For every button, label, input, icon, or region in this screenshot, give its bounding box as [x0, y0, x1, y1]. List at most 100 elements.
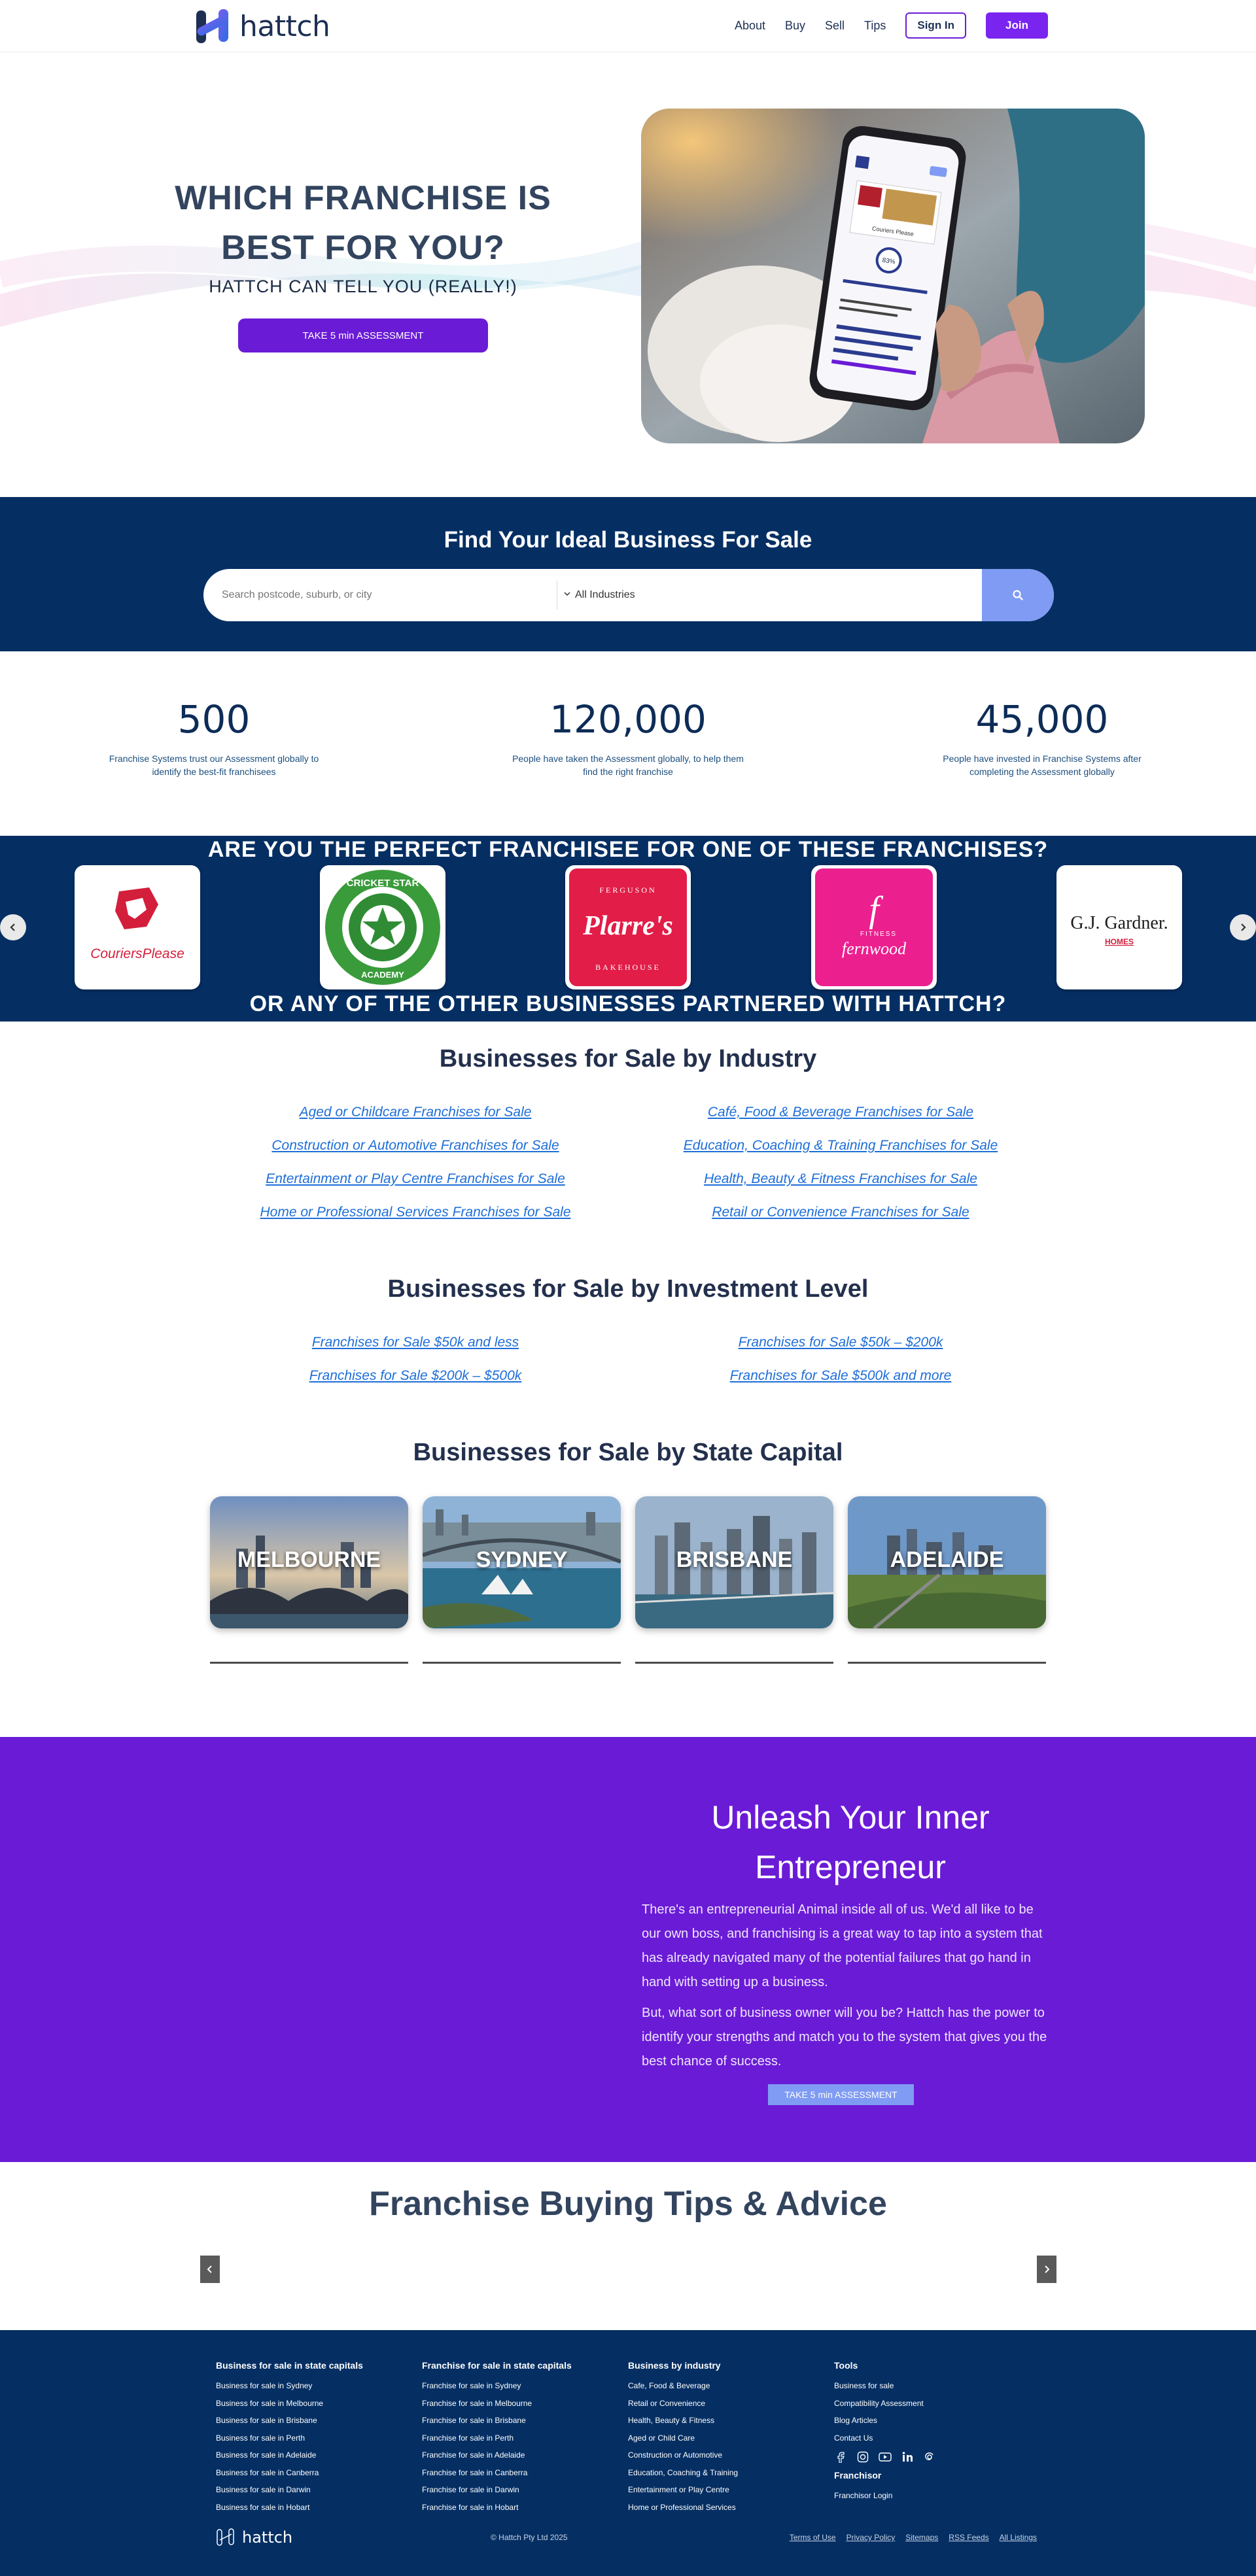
industry-link[interactable]: Aged or Childcare Franchises for Sale: [216, 1103, 615, 1136]
industry-link[interactable]: Retail or Convenience Franchises for Sal…: [641, 1203, 1040, 1236]
footer-link[interactable]: Franchise for sale in Adelaide: [422, 2447, 618, 2464]
entrepreneur-section: Unleash Your Inner Entrepreneur There's …: [0, 1737, 1256, 2162]
footer-column-industry: Business by industry Cafe, Food & Bevera…: [628, 2360, 824, 2516]
couriersplease-logo: CouriersPlease: [90, 887, 184, 961]
carousel-next-button[interactable]: [1230, 914, 1256, 940]
nav-tips[interactable]: Tips: [864, 19, 886, 33]
hero-title-line-2: BEST FOR YOU?: [221, 229, 505, 267]
footer-link[interactable]: Business for sale in Hobart: [216, 2499, 412, 2516]
hattch-logo-icon: [217, 2528, 234, 2546]
footer-link[interactable]: Contact Us: [834, 2430, 1030, 2447]
industry-link[interactable]: Construction or Automotive Franchises fo…: [216, 1136, 615, 1169]
join-button[interactable]: Join: [986, 12, 1048, 39]
footer-link[interactable]: Business for sale in Darwin: [216, 2481, 412, 2499]
franchise-logo-gj-gardner[interactable]: G.J. Gardner. HOMES: [1056, 865, 1182, 989]
franchise-logo-plarres[interactable]: FERGUSON Plarre's BAKEHOUSE: [565, 865, 691, 989]
stat-description: Franchise Systems trust our Assessment g…: [109, 753, 319, 777]
footer-link[interactable]: Retail or Convenience: [628, 2395, 824, 2413]
city-card-sydney[interactable]: SYDNEY: [423, 1496, 621, 1628]
footer-link[interactable]: Franchise for sale in Sydney: [422, 2377, 618, 2395]
hattch-logo-icon: [196, 9, 228, 43]
footer-link[interactable]: Franchise for sale in Perth: [422, 2430, 618, 2447]
industry-link[interactable]: Education, Coaching & Training Franchise…: [641, 1136, 1040, 1169]
footer-link[interactable]: Franchise for sale in Canberra: [422, 2464, 618, 2482]
tips-next-button[interactable]: [1037, 2256, 1056, 2283]
gj-gardner-name-text: G.J. Gardner.: [1070, 913, 1168, 933]
all-listings-link[interactable]: All Listings: [1000, 2533, 1037, 2542]
investment-link[interactable]: Franchises for Sale $50k – $200k: [641, 1333, 1040, 1366]
industry-link[interactable]: Entertainment or Play Centre Franchises …: [216, 1169, 615, 1203]
investment-link[interactable]: Franchises for Sale $200k – $500k: [216, 1366, 615, 1400]
city-card-adelaide[interactable]: ADELAIDE: [848, 1496, 1046, 1628]
industry-link[interactable]: Health, Beauty & Fitness Franchises for …: [641, 1169, 1040, 1203]
sign-in-button[interactable]: Sign In: [905, 12, 967, 39]
footer-link[interactable]: Home or Professional Services: [628, 2499, 824, 2516]
industry-select[interactable]: All Industries: [563, 569, 635, 621]
footer-logo[interactable]: hattch: [216, 2528, 292, 2547]
footer-link[interactable]: Franchise for sale in Brisbane: [422, 2412, 618, 2430]
footer-link[interactable]: Education, Coaching & Training: [628, 2464, 824, 2482]
location-search-input[interactable]: [203, 569, 557, 621]
investment-link[interactable]: Franchises for Sale $500k and more: [641, 1366, 1040, 1400]
footer-link[interactable]: Cafe, Food & Beverage: [628, 2377, 824, 2395]
stat-people-assessed: 120,000 People have taken the Assessment…: [484, 697, 772, 778]
footer-link[interactable]: Franchise for sale in Darwin: [422, 2481, 618, 2499]
nav-buy[interactable]: Buy: [785, 19, 805, 33]
footer-column-title: Business for sale in state capitals: [216, 2360, 363, 2371]
sitemaps-link[interactable]: Sitemaps: [905, 2533, 938, 2542]
city-card-brisbane[interactable]: BRISBANE: [635, 1496, 833, 1628]
investment-links-right: Franchises for Sale $50k – $200k Franchi…: [641, 1333, 1040, 1400]
linkedin-icon[interactable]: [901, 2450, 914, 2464]
footer-link[interactable]: Business for sale: [834, 2377, 1030, 2395]
footer-link[interactable]: Franchise for sale in Melbourne: [422, 2395, 618, 2413]
stat-number: 500: [177, 697, 251, 742]
hero-title-line-1: WHICH FRANCHISE IS: [175, 179, 551, 217]
search-section: Find Your Ideal Business For Sale All In…: [0, 497, 1256, 651]
privacy-link[interactable]: Privacy Policy: [846, 2533, 896, 2542]
footer-link[interactable]: Blog Articles: [834, 2412, 1030, 2430]
city-card-melbourne[interactable]: MELBOURNE: [210, 1496, 408, 1628]
franchise-logo-cricket-star[interactable]: CRICKET STAR ACADEMY: [320, 865, 445, 989]
terms-link[interactable]: Terms of Use: [790, 2533, 836, 2542]
footer-link[interactable]: Business for sale in Perth: [216, 2430, 412, 2447]
carousel-prev-button[interactable]: [0, 914, 26, 940]
footer-link[interactable]: Compatibility Assessment: [834, 2395, 1030, 2413]
franchise-logo-couriersplease[interactable]: CouriersPlease: [75, 865, 200, 989]
site-logo[interactable]: hattch: [195, 7, 330, 46]
footer-link[interactable]: Franchise for sale in Hobart: [422, 2499, 618, 2516]
industry-link[interactable]: Home or Professional Services Franchises…: [216, 1203, 615, 1236]
youtube-icon[interactable]: [879, 2450, 892, 2464]
footer-link[interactable]: Aged or Child Care: [628, 2430, 824, 2447]
footer-link[interactable]: Health, Beauty & Fitness: [628, 2412, 824, 2430]
fernwood-logo: f FITNESS fernwood: [815, 868, 933, 986]
search-button[interactable]: [982, 569, 1054, 621]
threads-icon[interactable]: [923, 2450, 936, 2464]
fernwood-fitness-text: FITNESS: [860, 931, 897, 938]
footer-link[interactable]: Entertainment or Play Centre: [628, 2481, 824, 2499]
industry-links-left: Aged or Childcare Franchises for Sale Co…: [216, 1103, 615, 1236]
franchise-logo-fernwood[interactable]: f FITNESS fernwood: [811, 865, 937, 989]
industry-section-title: Businesses for Sale by Industry: [439, 1045, 817, 1073]
entrepreneur-title-line-1: Unleash Your Inner: [711, 1799, 990, 1836]
footer-link[interactable]: Business for sale in Adelaide: [216, 2447, 412, 2464]
investment-link[interactable]: Franchises for Sale $50k and less: [216, 1333, 615, 1366]
footer-link[interactable]: Business for sale in Melbourne: [216, 2395, 412, 2413]
instagram-icon[interactable]: [856, 2450, 869, 2464]
industry-link[interactable]: Café, Food & Beverage Franchises for Sal…: [641, 1103, 1040, 1136]
nav-about[interactable]: About: [735, 19, 765, 33]
footer-link[interactable]: Construction or Automotive: [628, 2447, 824, 2464]
footer-link[interactable]: Business for sale in Sydney: [216, 2377, 412, 2395]
fernwood-name-text: fernwood: [842, 939, 907, 958]
chevron-left-icon: [207, 2265, 212, 2273]
search-title: Find Your Ideal Business For Sale: [444, 527, 812, 553]
footer-link[interactable]: Business for sale in Canberra: [216, 2464, 412, 2482]
tips-prev-button[interactable]: [200, 2256, 220, 2283]
facebook-icon[interactable]: [834, 2450, 847, 2464]
footer-link[interactable]: Business for sale in Brisbane: [216, 2412, 412, 2430]
hero-assessment-button[interactable]: TAKE 5 min ASSESSMENT: [238, 318, 488, 352]
entrepreneur-assessment-button[interactable]: TAKE 5 min ASSESSMENT: [768, 2084, 914, 2105]
rss-feeds-link[interactable]: RSS Feeds: [949, 2533, 988, 2542]
franchisor-login-link[interactable]: Franchisor Login: [834, 2487, 1030, 2505]
footer-column-title: Business by industry: [628, 2360, 721, 2371]
nav-sell[interactable]: Sell: [825, 19, 845, 33]
